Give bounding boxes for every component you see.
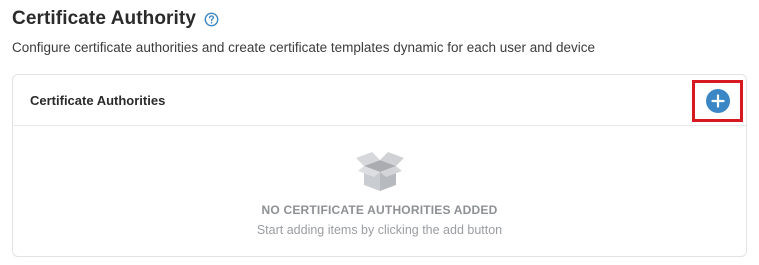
card-title: Certificate Authorities [30, 93, 166, 108]
certificate-authority-page: Certificate Authority Configure certific… [0, 0, 759, 265]
certificate-authorities-card: Certificate Authorities NO CERTIFICATE A… [12, 74, 747, 257]
plus-icon [711, 94, 725, 108]
empty-state: NO CERTIFICATE AUTHORITIES ADDED Start a… [13, 126, 746, 257]
question-circle-icon[interactable] [204, 12, 219, 27]
add-button-highlight [692, 80, 743, 122]
empty-state-title: NO CERTIFICATE AUTHORITIES ADDED [261, 203, 498, 217]
page-title: Certificate Authority [12, 8, 197, 29]
card-header: Certificate Authorities [13, 75, 746, 126]
open-box-icon [350, 146, 410, 192]
page-header: Certificate Authority [12, 6, 219, 32]
page-description: Configure certificate authorities and cr… [12, 40, 596, 55]
empty-state-hint: Start adding items by clicking the add b… [256, 223, 503, 237]
add-certificate-authority-button[interactable] [706, 89, 730, 113]
